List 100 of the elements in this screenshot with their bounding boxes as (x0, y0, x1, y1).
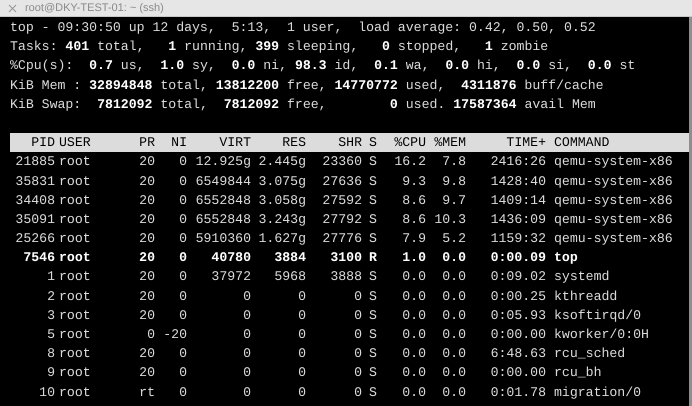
table-cell-text: 0 (353, 384, 362, 402)
column-header: PR (138, 134, 155, 152)
table-cell-text: 0.0 (441, 364, 466, 382)
table-cell-text: 2.445g (258, 153, 306, 172)
table-cell-text: 10 (38, 384, 55, 402)
summary-line: KiB Swap: 7812092 total, 7812092 free, 0 used. 17587364 avail Mem (10, 96, 597, 114)
table-cell-text: 0 (353, 288, 362, 306)
table-cell-text: 0.0 (441, 249, 466, 268)
table-cell-text: 20 (138, 306, 155, 325)
table-cell-text: 9.8 (441, 172, 466, 190)
table-cell-text: root (59, 172, 92, 190)
table-cell-text: root (59, 210, 92, 229)
table-cell-text: 20 (138, 172, 155, 190)
table-cell-text: kworker/0:0H (554, 326, 650, 344)
table-cell-text: systemd (554, 268, 610, 286)
table-cell-text: root (59, 326, 92, 344)
table-cell-text: 3 (46, 306, 55, 325)
table-cell-text: S (369, 230, 378, 248)
column-header: NI (170, 134, 187, 152)
table-cell-text: 27636 (321, 172, 362, 190)
table-cell-text: 20 (138, 288, 155, 306)
column-header: S (369, 134, 378, 152)
close-icon[interactable] (8, 4, 17, 12)
table-cell-text: 0.0 (441, 288, 466, 306)
table-cell-text: qemu-system-x86 (554, 230, 674, 248)
table-cell-text: 3884 (273, 249, 306, 268)
table-cell-text: 0.0 (401, 306, 426, 325)
table-cell-text: 2 (46, 288, 55, 306)
table-cell-text: 0.0 (401, 384, 426, 402)
table-cell-text: root (59, 345, 92, 364)
table-cell-text: 8.6 (401, 210, 426, 229)
table-cell-text: 7.9 (401, 230, 426, 248)
table-cell-text: 1.0 (401, 249, 426, 268)
table-cell-text: S (369, 288, 378, 306)
table-cell-text: rcu_bh (554, 364, 602, 382)
table-cell-text: 10.3 (433, 210, 466, 229)
table-cell-text: 0 (178, 364, 187, 382)
table-cell-text: 5 (46, 326, 55, 344)
table-cell-text: 2416:26 (490, 153, 546, 172)
table-cell-text: R (369, 249, 378, 268)
table-cell-text: migration/0 (554, 384, 642, 402)
table-cell-text: 0 (178, 172, 187, 190)
table-cell-text: 35831 (14, 172, 55, 190)
table-cell-text: S (369, 326, 378, 344)
table-cell-text: 6552848 (194, 192, 251, 210)
table-cell-text: 0 (353, 326, 362, 344)
table-cell-text: 0 (297, 326, 306, 344)
table-cell-text: 0.0 (401, 364, 426, 382)
table-cell-text: 37972 (210, 268, 251, 286)
table-cell-text: qemu-system-x86 (554, 192, 674, 210)
table-cell-text: root (59, 268, 92, 286)
table-cell-text: 7.8 (441, 153, 466, 172)
table-cell-text: root (59, 230, 92, 248)
table-cell-text: 3.243g (258, 210, 306, 229)
table-cell-text: 0.0 (441, 384, 466, 402)
table-cell-text: 9 (46, 364, 55, 382)
table-cell-text: 0 (353, 364, 362, 382)
table-cell-text: -20 (162, 326, 187, 344)
table-cell-text: S (369, 210, 378, 229)
table-cell-text: 6552848 (194, 210, 251, 229)
table-cell-text: 0 (297, 384, 306, 402)
table-cell-text: 16.2 (393, 153, 426, 172)
table-cell-text: 0 (297, 306, 306, 325)
table-cell-text: 12.925g (194, 153, 251, 172)
table-cell-text: 0 (178, 210, 187, 229)
table-cell-text: top (554, 249, 579, 268)
table-cell-text: 0.0 (441, 306, 466, 325)
table-cell-text: 0:00.00 (490, 364, 546, 382)
table-cell-text: 0 (178, 384, 187, 402)
table-cell-text: 3.075g (258, 172, 306, 190)
table-cell-text: root (59, 306, 92, 325)
table-cell-text: 1428:40 (490, 172, 546, 190)
table-cell-text: root (59, 288, 92, 306)
table-cell-text: S (369, 172, 378, 190)
column-header: %CPU (393, 134, 426, 152)
table-cell-text: 20 (138, 364, 155, 382)
table-cell-text: 8 (46, 345, 55, 364)
table-cell-text: rcu_sched (554, 345, 626, 364)
table-cell-text: root (59, 249, 92, 268)
table-cell-text: 0 (178, 153, 187, 172)
column-header: VIRT (218, 134, 251, 152)
table-cell-text: 0 (242, 306, 251, 325)
table-cell-text: 0.0 (401, 326, 426, 344)
table-cell-text: 40780 (210, 249, 251, 268)
table-cell-text: kthreadd (554, 288, 618, 306)
table-cell-text: 0 (242, 364, 251, 382)
table-cell-text: 23360 (321, 153, 362, 172)
table-cell-text: 0 (242, 384, 251, 402)
table-cell-text: 20 (138, 192, 155, 210)
table-cell-text: 20 (138, 230, 155, 248)
table-cell-text: qemu-system-x86 (554, 210, 674, 229)
column-header: RES (281, 134, 306, 152)
table-cell-text: 0.0 (441, 326, 466, 344)
table-cell-text: 34408 (14, 192, 55, 210)
table-cell-text: qemu-system-x86 (554, 153, 674, 172)
column-header: SHR (337, 134, 362, 152)
table-cell-text: 5.2 (441, 230, 466, 248)
table-cell-text: 0 (146, 326, 155, 344)
table-cell-text: 0 (178, 306, 187, 325)
table-cell-text: 0.0 (401, 268, 426, 286)
